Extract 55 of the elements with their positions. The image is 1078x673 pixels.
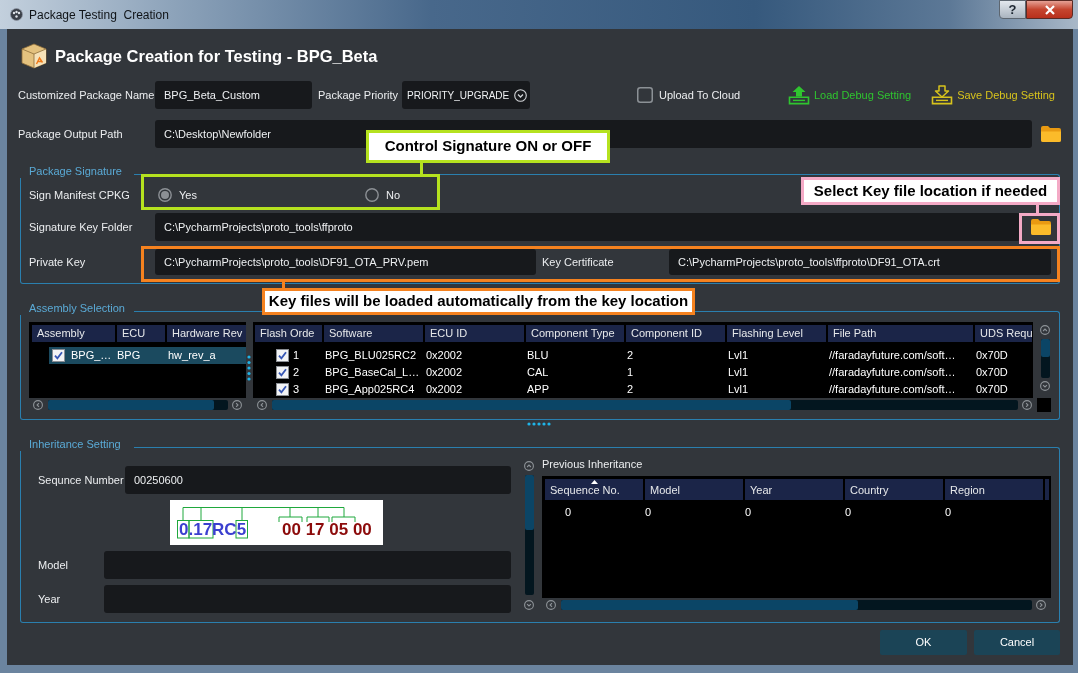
field-label: Signature Key Folder: [29, 219, 134, 235]
table-cell-text: 0x2002: [425, 365, 464, 381]
dialog-heading: Package Creation for Testing - BPG_Beta: [55, 45, 378, 67]
table-cell-text: 0x2002: [425, 382, 464, 398]
table-cell-text: Lvl1: [727, 382, 750, 398]
sequence-text: 00 17 05 00: [282, 521, 372, 539]
group-title: Inheritance Setting: [28, 437, 122, 451]
table-cell-text: 1: [293, 348, 300, 364]
table-cell-text: 2: [626, 348, 635, 364]
table-cell-text: 0x70D: [975, 365, 1009, 381]
annotation-callout: Select Key file location if needed: [801, 177, 1060, 205]
table-cell-text: BPG_BaseCal_L…: [324, 365, 421, 381]
table-cell-text: BPG: [116, 348, 142, 364]
table-cell-text: BPG_BLU025RC2: [324, 348, 418, 364]
table-cell-text: 0x70D: [975, 348, 1009, 364]
annotation-callout: Control Signature ON or OFF: [366, 130, 610, 163]
table-cell-text: Lvl1: [727, 348, 750, 364]
table-cell-text: 2: [293, 365, 300, 381]
annotation-callout: Key files will be loaded automatically from the key location: [262, 288, 695, 315]
table-cell-text: BLU: [526, 348, 550, 364]
radio-label: No: [386, 187, 401, 203]
table-cell-text: 2: [626, 382, 635, 398]
table-cell-text: //faradayfuture.com/soft…: [828, 348, 957, 364]
table-cell-text: Lvl1: [727, 365, 750, 381]
table-cell-text: BPG_…: [71, 348, 112, 364]
table-cell-text: BPG_App025RC4: [324, 382, 416, 398]
field-label: Model: [38, 557, 69, 573]
table-cell-text: //faradayfuture.com/soft…: [828, 382, 957, 398]
radio-label: Yes: [179, 187, 197, 203]
table-cell-text: 1: [626, 365, 635, 381]
table-cell-text: 3: [293, 382, 300, 398]
field-label: Key Certificate: [542, 254, 615, 270]
table-cell-text: CAL: [526, 365, 550, 381]
field-label: Package Output Path: [18, 126, 124, 142]
group-title: Package Signature: [28, 164, 123, 178]
table-title: Previous Inheritance: [542, 457, 644, 471]
window-title: Package Testing Creation: [29, 7, 169, 23]
table-cell-text: 0: [945, 504, 953, 520]
table-cell-text: 0: [645, 504, 653, 520]
table-cell-text: APP: [526, 382, 550, 398]
group-title: Assembly Selection: [28, 301, 126, 315]
field-label: Sign Manifest CPKG: [29, 187, 131, 203]
field-label: Year: [38, 591, 62, 607]
table-cell-text: 0x2002: [425, 348, 464, 364]
table-cell-text: 0: [745, 504, 753, 520]
field-label: Customized Package Name: [18, 87, 155, 103]
field-label: Sequnce Number: [38, 472, 125, 488]
table-cell-text: 0: [564, 504, 573, 520]
field-label: Private Key: [29, 254, 87, 270]
field-label: Package Priority: [318, 87, 400, 103]
table-cell-text: hw_rev_a: [167, 348, 216, 364]
checkbox-label: Upload To Cloud: [659, 87, 741, 103]
table-cell-text: 0: [845, 504, 853, 520]
table-cell-text: //faradayfuture.com/soft…: [828, 365, 957, 381]
table-cell-text: 0x70D: [975, 382, 1009, 398]
